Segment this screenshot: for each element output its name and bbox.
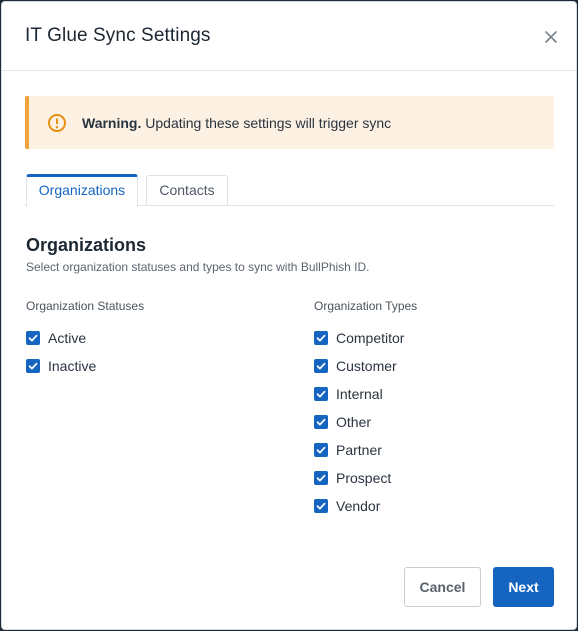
checkbox-label: Prospect <box>336 470 392 486</box>
statuses-list: Active Inactive <box>26 324 96 380</box>
type-checkbox-customer[interactable]: Customer <box>314 352 404 380</box>
type-checkbox-competitor[interactable]: Competitor <box>314 324 404 352</box>
checkbox-checked-icon <box>314 331 328 345</box>
warning-banner: Warning. Updating these settings will tr… <box>25 96 554 149</box>
cancel-button[interactable]: Cancel <box>404 567 481 607</box>
warning-text: Warning. Updating these settings will tr… <box>82 115 391 131</box>
close-icon <box>545 31 557 43</box>
checkbox-label: Active <box>48 330 87 346</box>
tab-organizations[interactable]: Organizations <box>26 174 138 207</box>
checkbox-label: Other <box>336 414 372 430</box>
statuses-label: Organization Statuses <box>26 299 145 313</box>
checkbox-label: Inactive <box>48 358 97 374</box>
type-checkbox-other[interactable]: Other <box>314 408 404 436</box>
checkbox-checked-icon <box>26 359 40 373</box>
checkbox-checked-icon <box>314 359 328 373</box>
checkbox-label: Customer <box>336 358 397 374</box>
checkbox-label: Internal <box>336 386 383 402</box>
checkbox-checked-icon <box>314 387 328 401</box>
checkbox-checked-icon <box>314 499 328 513</box>
checkbox-checked-icon <box>314 415 328 429</box>
checkbox-checked-icon <box>314 443 328 457</box>
warning-message: Updating these settings will trigger syn… <box>141 115 392 131</box>
warning-bold: Warning. <box>82 115 142 131</box>
tab-contacts[interactable]: Contacts <box>146 175 228 206</box>
checkbox-label: Vendor <box>336 498 381 514</box>
type-checkbox-prospect[interactable]: Prospect <box>314 464 404 492</box>
checkbox-checked-icon <box>26 331 40 345</box>
checkbox-checked-icon <box>314 471 328 485</box>
section-title: Organizations <box>26 235 147 255</box>
status-checkbox-active[interactable]: Active <box>26 324 96 352</box>
warning-icon <box>48 114 66 132</box>
section-subtitle: Select organization statuses and types t… <box>26 260 370 274</box>
next-button[interactable]: Next <box>493 567 554 607</box>
tab-bar: Organizations Contacts <box>25 174 554 207</box>
dialog-header: IT Glue Sync Settings <box>2 2 576 71</box>
sync-settings-dialog: IT Glue Sync Settings Warning. Updating … <box>1 1 577 630</box>
type-checkbox-partner[interactable]: Partner <box>314 436 404 464</box>
types-label: Organization Types <box>314 299 418 313</box>
status-checkbox-inactive[interactable]: Inactive <box>26 352 96 380</box>
close-button[interactable] <box>540 26 562 48</box>
type-checkbox-internal[interactable]: Internal <box>314 380 404 408</box>
checkbox-label: Partner <box>336 442 382 458</box>
type-checkbox-vendor[interactable]: Vendor <box>314 492 404 520</box>
types-list: Competitor Customer Internal Other Partn… <box>314 324 404 520</box>
checkbox-label: Competitor <box>336 330 405 346</box>
dialog-title: IT Glue Sync Settings <box>25 25 211 46</box>
